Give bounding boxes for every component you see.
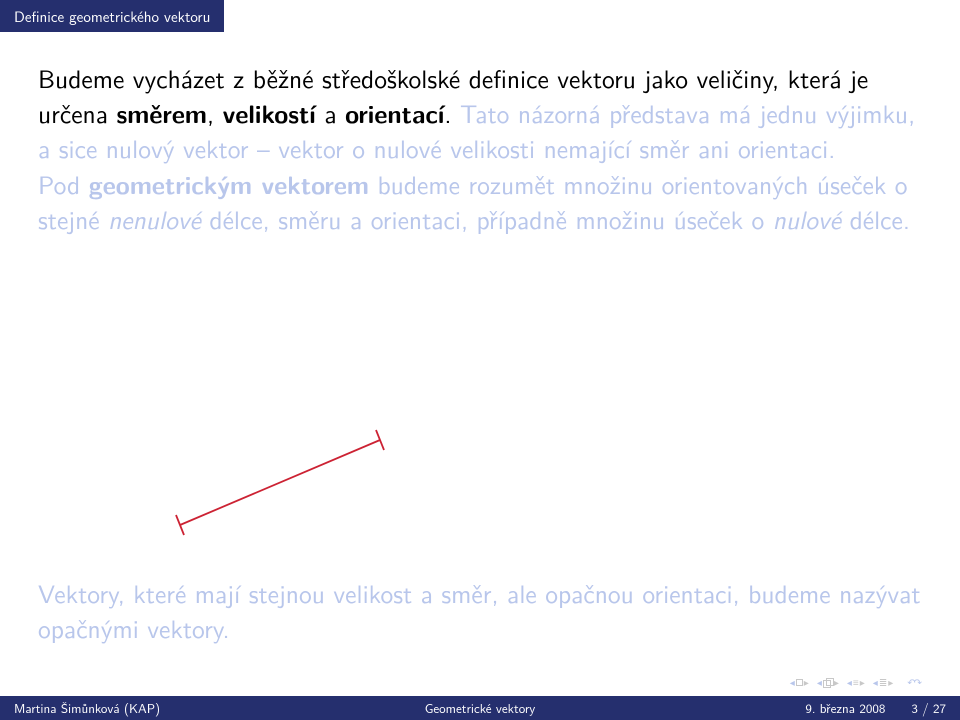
slide-header: Definice geometrického vektoru — [0, 0, 224, 32]
nav-prev-subsection-icon[interactable]: ◂ — [847, 675, 852, 690]
nav-slide-group[interactable]: ◂ ▸ — [790, 675, 809, 690]
footer-title: Geometrické vektory — [425, 699, 536, 718]
footer-date: 9. března 2008 — [805, 699, 885, 718]
nav-prev-frame-icon[interactable]: ◂ — [817, 675, 822, 690]
nav-prev-section-icon[interactable]: ◂ — [873, 675, 878, 690]
nav-next-frame-icon[interactable]: ▸ — [834, 675, 839, 690]
footer-author: Martina Šimůnková (KAP) — [14, 699, 160, 718]
vector-svg — [160, 425, 420, 545]
text: Vektory, které mají stejnou velikost a s… — [38, 574, 921, 646]
term-zero: nulové — [773, 200, 841, 237]
term-orientation: orientací — [345, 94, 444, 131]
nav-next-slide-icon[interactable]: ▸ — [804, 675, 809, 690]
nav-subsection-icon[interactable]: ≡ — [853, 675, 859, 690]
vector-line — [180, 440, 380, 525]
text: Pod — [38, 165, 89, 202]
slide-content: Budeme vycházet z běžné středoškolské de… — [38, 60, 922, 236]
term-geometric-vector: geometrickým vektorem — [89, 165, 369, 202]
opposite-vectors-note: Vektory, které mají stejnou velikost a s… — [38, 575, 922, 645]
text: délce, směru a orientaci, případně množi… — [201, 200, 773, 237]
term-direction: směrem — [117, 94, 208, 131]
beamer-nav: ◂ ▸ ◂ ▸ ◂ ≡ ▸ ◂ ≣ ▸ ↶↷ — [790, 675, 920, 690]
term-magnitude: velikostí — [223, 94, 316, 131]
nav-subsection-group[interactable]: ◂ ≡ ▸ — [847, 675, 865, 690]
footer-right: 9. března 2008 3 / 27 — [805, 699, 946, 718]
nav-next-subsection-icon[interactable]: ▸ — [860, 675, 865, 690]
slide-footer: Martina Šimůnková (KAP) Geometrické vekt… — [0, 696, 960, 720]
nav-section-icon[interactable]: ≣ — [879, 675, 887, 690]
vector-tail-bar — [176, 515, 184, 535]
text: . — [444, 94, 451, 131]
vector-figure — [160, 425, 420, 550]
text: délce. — [841, 200, 910, 237]
text: a — [316, 94, 345, 131]
nav-slide-icon[interactable] — [796, 679, 803, 686]
footer-page: 3 / 27 — [911, 699, 946, 718]
nav-back-forward-icon[interactable]: ↶↷ — [907, 675, 920, 690]
nav-frame-icon[interactable] — [823, 678, 833, 687]
text: , — [207, 94, 223, 131]
nav-frame-group[interactable]: ◂ ▸ — [817, 675, 839, 690]
vector-head-bar — [376, 430, 384, 450]
nav-prev-slide-icon[interactable]: ◂ — [790, 675, 795, 690]
slide-title: Definice geometrického vektoru — [14, 5, 210, 27]
nav-next-section-icon[interactable]: ▸ — [888, 675, 893, 690]
term-nonzero: nenulové — [108, 200, 201, 237]
paragraph-3: Pod geometrickým vektorem budeme rozumět… — [38, 165, 910, 237]
nav-section-group[interactable]: ◂ ≣ ▸ — [873, 675, 893, 690]
